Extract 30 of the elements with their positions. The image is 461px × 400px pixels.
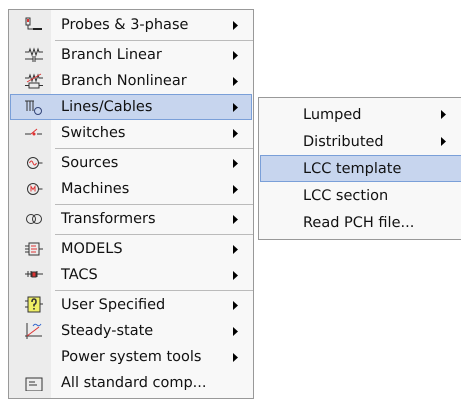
menu-item[interactable]: Probes & 3-phase: [10, 12, 252, 38]
line-cable-icon: [24, 99, 44, 115]
menu-item[interactable]: Distributed: [260, 128, 461, 155]
menu-item[interactable]: Power system tools: [10, 344, 252, 370]
nonlinear-resistor-icon: [24, 73, 44, 89]
menu-item[interactable]: Branch Nonlinear: [10, 68, 252, 94]
menu-item[interactable]: Lines/Cables: [10, 94, 252, 120]
menu-item[interactable]: Machines: [10, 176, 252, 202]
question-block-icon: [24, 296, 44, 314]
menu-item[interactable]: LCC section: [260, 182, 461, 209]
models-block-icon: [24, 241, 44, 257]
menu-item[interactable]: TACS: [10, 262, 252, 288]
chart-icon: [24, 322, 44, 340]
menu-item[interactable]: Sources: [10, 150, 252, 176]
list-window-icon: [24, 375, 44, 391]
menu-item[interactable]: Transformers: [10, 206, 252, 232]
menu-item[interactable]: Lumped: [260, 101, 461, 128]
probe-icon: [24, 17, 44, 33]
resistor-capacitor-icon: [24, 47, 44, 63]
menu-item[interactable]: Branch Linear: [10, 42, 252, 68]
menu-item[interactable]: User Specified: [10, 292, 252, 318]
transformer-icon: [24, 211, 44, 227]
menu-item[interactable]: Switches: [10, 120, 252, 146]
machine-icon: [24, 181, 44, 197]
menu-item[interactable]: Steady-state: [10, 318, 252, 344]
menu-item[interactable]: LCC template: [260, 155, 461, 182]
menu-item[interactable]: All standard comp...: [10, 370, 252, 396]
menu-item[interactable]: Read PCH file...: [260, 209, 461, 236]
sine-source-icon: [24, 155, 44, 171]
menu-item[interactable]: MODELS: [10, 236, 252, 262]
